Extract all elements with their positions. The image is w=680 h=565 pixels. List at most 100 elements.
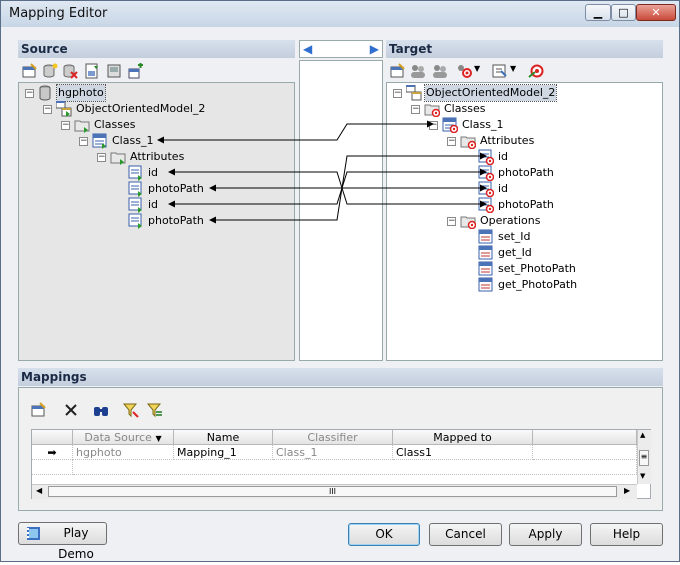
properties-icon[interactable] <box>22 63 38 79</box>
dropdown-arrow-icon[interactable]: ▼ <box>474 64 480 73</box>
window-title: Mapping Editor <box>9 6 108 21</box>
filter-icon[interactable] <box>123 402 139 418</box>
tree-node[interactable]: − Attributes <box>387 133 657 149</box>
right-arrow-icon[interactable]: ▶ <box>370 42 379 56</box>
source-tree[interactable]: − hgphoto − ObjectOrientedModel_2− Classes − C… <box>18 82 295 361</box>
horizontal-scrollbar[interactable]: ◀ III ▶ <box>32 484 637 499</box>
collapse-toggle-icon[interactable]: − <box>429 121 438 130</box>
tree-node-label: photoPath <box>498 166 554 179</box>
tree-node[interactable]: − Class_1 <box>19 133 289 149</box>
play-demo-label: Play Demo <box>58 526 94 561</box>
tree-node-label: get_PhotoPath <box>498 278 578 291</box>
scroll-thumb-vertical[interactable]: ≡ <box>639 450 649 466</box>
add-mapping-icon[interactable] <box>128 63 144 79</box>
class-icon <box>92 133 107 149</box>
find-icon[interactable] <box>93 402 109 418</box>
close-icon: ✕ <box>651 6 661 19</box>
tree-node[interactable]: photoPath <box>19 181 289 197</box>
collapse-toggle-icon[interactable]: − <box>393 89 402 98</box>
collapse-toggle-icon[interactable]: − <box>97 153 106 162</box>
tree-node[interactable]: set_Id <box>387 229 657 245</box>
users-filter-icon[interactable] <box>432 63 448 79</box>
import-icon[interactable] <box>106 63 122 79</box>
mappings-grid[interactable]: Data Source ▼ Name Classifier Mapped to … <box>31 429 651 499</box>
target-icon[interactable] <box>528 63 544 79</box>
filter-list-icon[interactable] <box>147 402 163 418</box>
export-icon[interactable] <box>84 63 100 79</box>
collapse-toggle-icon[interactable]: − <box>43 105 52 114</box>
tree-node[interactable]: photoPath <box>19 213 289 229</box>
tree-node[interactable]: get_Id <box>387 245 657 261</box>
scroll-up-icon[interactable]: ▲ <box>640 431 645 439</box>
tree-node-label: Operations <box>480 214 541 227</box>
tree-node[interactable]: − Classes <box>19 117 289 133</box>
column-header-mapped-to[interactable]: Mapped to <box>393 430 533 445</box>
column-header-data-source[interactable]: Data Source ▼ <box>73 430 174 445</box>
scroll-right-icon[interactable]: ▶ <box>624 486 630 495</box>
cell-empty <box>533 445 637 460</box>
cell-classifier[interactable]: Class_1 <box>273 445 393 460</box>
source-header: Source <box>18 40 295 58</box>
tree-node[interactable]: get_PhotoPath <box>387 277 657 293</box>
target-toolbar: ▼ ▼ <box>388 60 663 82</box>
tree-node[interactable]: − ObjectOrientedModel_2 <box>19 101 289 117</box>
collapse-toggle-icon[interactable]: − <box>25 89 34 98</box>
delete-icon[interactable] <box>62 63 78 79</box>
empty-row-header <box>32 460 73 475</box>
folder-icon <box>460 136 476 149</box>
column-header-classifier[interactable]: Classifier <box>273 430 393 445</box>
scroll-down-icon[interactable]: ▼ <box>640 472 645 480</box>
properties-icon[interactable] <box>31 402 47 418</box>
tree-node[interactable]: id <box>19 197 289 213</box>
tree-node[interactable]: id <box>19 165 289 181</box>
cell-data-source[interactable]: hgphoto <box>73 445 174 460</box>
apply-button[interactable]: Apply <box>509 523 582 546</box>
tree-node-label: get_Id <box>498 246 532 259</box>
attribute-icon <box>478 165 494 181</box>
tree-node[interactable]: − Class_1 <box>387 117 657 133</box>
tree-node[interactable]: − Classes <box>387 101 657 117</box>
ok-button[interactable]: OK <box>348 523 420 546</box>
cell-name[interactable]: Mapping_1 <box>174 445 273 460</box>
collapse-toggle-icon[interactable]: − <box>79 137 88 146</box>
play-demo-button[interactable]: Play Demo <box>18 522 107 561</box>
tree-node[interactable]: photoPath <box>387 165 657 181</box>
new-datasource-icon[interactable] <box>42 63 58 79</box>
sort-dropdown-icon[interactable]: ▼ <box>155 434 161 443</box>
collapse-toggle-icon[interactable]: − <box>447 137 456 146</box>
model-icon <box>406 85 422 101</box>
collapse-toggle-icon[interactable]: − <box>447 217 456 226</box>
filter-dropdown-icon[interactable] <box>492 63 508 79</box>
close-button[interactable]: ✕ <box>636 4 676 21</box>
cell-mapped-to[interactable]: Class1 <box>393 445 533 460</box>
mapping-options-icon[interactable] <box>456 63 472 79</box>
tree-node-label: id <box>148 166 159 179</box>
maximize-button[interactable]: □ <box>611 4 636 21</box>
tree-node[interactable]: − Attributes <box>19 149 289 165</box>
tree-node[interactable]: − ObjectOrientedModel_2 <box>387 84 657 102</box>
vertical-scrollbar[interactable]: ▲ ≡ ▼ <box>637 430 651 484</box>
column-header-label: Data Source <box>84 431 152 444</box>
title-bar[interactable]: Mapping Editor ▁ □ ✕ <box>1 1 679 27</box>
left-arrow-icon[interactable]: ◀ <box>303 42 312 56</box>
delete-icon[interactable] <box>63 402 79 418</box>
collapse-toggle-icon[interactable]: − <box>61 121 70 130</box>
column-header-name[interactable]: Name <box>174 430 273 445</box>
properties-icon[interactable] <box>390 63 406 79</box>
scroll-left-icon[interactable]: ◀ <box>36 486 42 495</box>
target-tree[interactable]: − ObjectOrientedModel_2− Classes − Class_1− A… <box>386 82 663 361</box>
tree-node[interactable]: − hgphoto <box>19 84 289 102</box>
minimize-button[interactable]: ▁ <box>585 4 611 21</box>
tree-node[interactable]: id <box>387 181 657 197</box>
dropdown-arrow-icon[interactable]: ▼ <box>510 64 516 73</box>
users-icon[interactable] <box>410 63 426 79</box>
collapse-toggle-icon[interactable]: − <box>411 105 420 114</box>
tree-node[interactable]: id <box>387 149 657 165</box>
tree-node[interactable]: − Operations <box>387 213 657 229</box>
help-button[interactable]: Help <box>590 523 663 546</box>
mappings-toolbar <box>31 399 231 421</box>
scroll-thumb-horizontal[interactable]: III <box>48 486 617 497</box>
cancel-button[interactable]: Cancel <box>429 523 502 546</box>
tree-node[interactable]: set_PhotoPath <box>387 261 657 277</box>
tree-node[interactable]: photoPath <box>387 197 657 213</box>
